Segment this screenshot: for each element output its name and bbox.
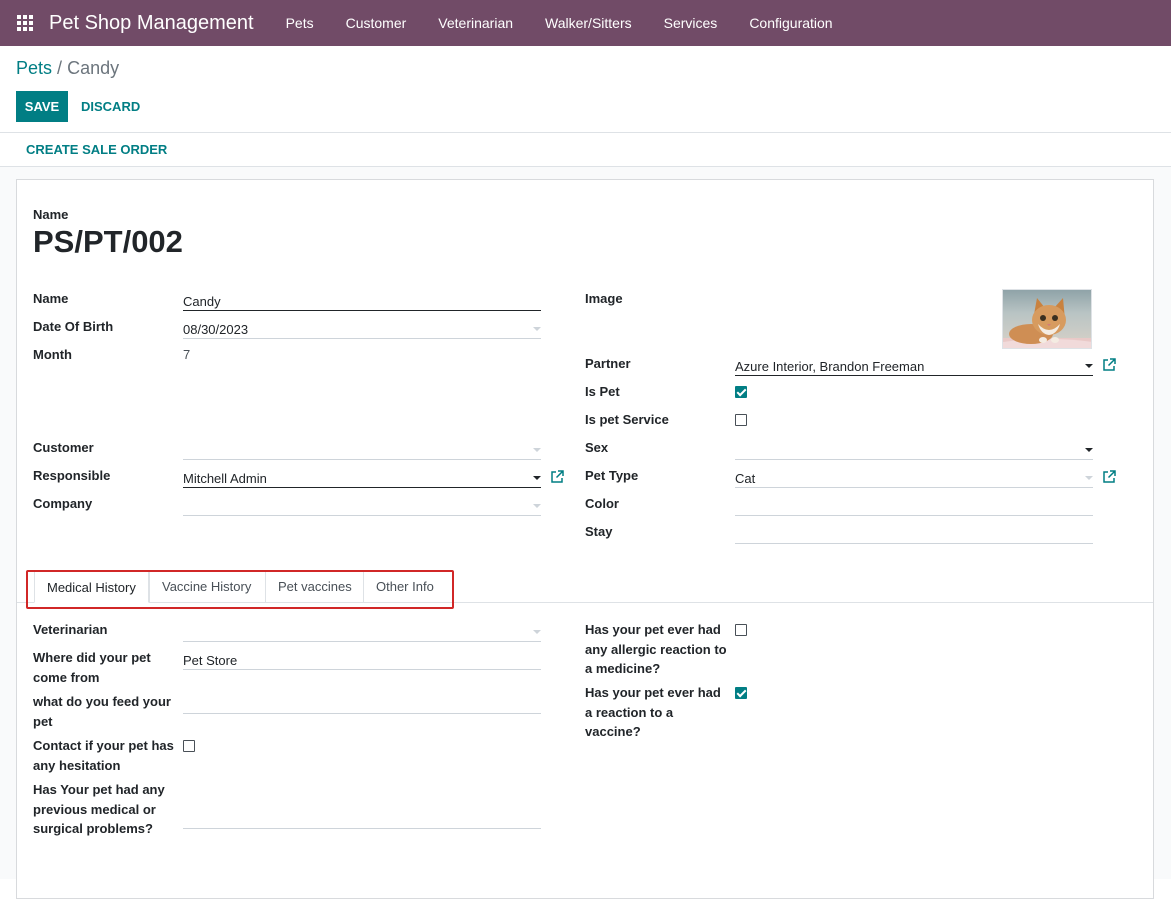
partner-external-link-icon[interactable] xyxy=(1102,358,1116,372)
feed-field[interactable] xyxy=(183,694,541,714)
allergic-reaction-label: Has your pet ever had any allergic react… xyxy=(585,622,727,676)
feed-label: what do you feed your pet xyxy=(33,694,171,729)
veterinarian-field[interactable] xyxy=(183,622,541,642)
allergic-reaction-checkbox[interactable] xyxy=(735,624,747,636)
menu-pets[interactable]: Pets xyxy=(270,0,330,46)
record-name-label: Name xyxy=(33,207,69,222)
menu-services[interactable]: Services xyxy=(648,0,734,46)
sex-field[interactable] xyxy=(735,440,1093,460)
color-label: Color xyxy=(585,496,619,511)
apps-grid-icon[interactable] xyxy=(17,15,33,31)
app-brand[interactable]: Pet Shop Management xyxy=(49,12,254,35)
veterinarian-label: Veterinarian xyxy=(33,622,108,637)
name-field[interactable]: Candy xyxy=(183,291,541,311)
menu-veterinarian[interactable]: Veterinarian xyxy=(422,0,529,46)
stay-label: Stay xyxy=(585,524,613,539)
dob-label: Date Of Birth xyxy=(33,319,114,334)
previous-problems-field[interactable] xyxy=(183,809,541,829)
breadcrumb-separator: / xyxy=(57,58,63,78)
responsible-field[interactable]: Mitchell Admin xyxy=(183,468,541,488)
vaccine-reaction-checkbox[interactable] xyxy=(735,687,747,699)
menu-walker-sitters[interactable]: Walker/Sitters xyxy=(529,0,648,46)
where-from-value: Pet Store xyxy=(183,653,238,668)
responsible-caret-icon xyxy=(533,476,541,480)
company-field[interactable] xyxy=(183,496,541,516)
breadcrumb: Pets / Candy xyxy=(16,58,119,79)
pet-type-field[interactable]: Cat xyxy=(735,468,1093,488)
sex-label: Sex xyxy=(585,440,609,455)
company-caret-icon xyxy=(533,504,541,508)
responsible-label: Responsible xyxy=(33,468,111,483)
status-bar: CREATE SALE ORDER xyxy=(0,132,1171,167)
previous-problems-label: Has Your pet had any previous medical or… xyxy=(33,782,165,836)
stay-field[interactable] xyxy=(735,524,1093,544)
record-name[interactable]: PS/PT/002 xyxy=(33,224,183,260)
customer-label: Customer xyxy=(33,440,94,455)
color-field[interactable] xyxy=(735,496,1093,516)
customer-field[interactable] xyxy=(183,440,541,460)
partner-field[interactable]: Azure Interior, Brandon Freeman xyxy=(735,356,1093,376)
month-label: Month xyxy=(33,347,72,362)
responsible-external-link-icon[interactable] xyxy=(550,470,564,484)
dob-value: 08/30/2023 xyxy=(183,322,249,337)
contact-hesitation-checkbox[interactable] xyxy=(183,740,195,752)
partner-caret-icon xyxy=(1085,364,1093,368)
pet-type-caret-icon xyxy=(1085,476,1093,480)
pet-type-label: Pet Type xyxy=(585,468,639,483)
where-from-field[interactable]: Pet Store xyxy=(183,650,541,670)
partner-label: Partner xyxy=(585,356,631,371)
is-pet-service-checkbox[interactable] xyxy=(735,414,747,426)
vaccine-reaction-label: Has your pet ever had a reaction to a va… xyxy=(585,685,721,739)
customer-caret-icon xyxy=(533,448,541,452)
breadcrumb-current: Candy xyxy=(67,58,120,78)
dob-field[interactable]: 08/30/2023 xyxy=(183,319,541,339)
is-pet-service-label: Is pet Service xyxy=(585,412,669,427)
image-label: Image xyxy=(585,291,623,306)
is-pet-checkbox[interactable] xyxy=(735,386,747,398)
pet-type-external-link-icon[interactable] xyxy=(1102,470,1116,484)
form-sheet: Name PS/PT/002 Name Candy Date Of Birth … xyxy=(16,179,1154,899)
create-sale-order-button[interactable]: CREATE SALE ORDER xyxy=(26,142,167,157)
month-value: 7 xyxy=(183,347,191,362)
veterinarian-caret-icon xyxy=(533,630,541,634)
company-label: Company xyxy=(33,496,93,511)
dob-caret-icon xyxy=(533,327,541,331)
breadcrumb-pets-link[interactable]: Pets xyxy=(16,58,52,78)
name-value: Candy xyxy=(183,294,221,309)
name-label: Name xyxy=(33,291,69,306)
menu-customer[interactable]: Customer xyxy=(330,0,423,46)
top-navbar: Pet Shop Management Pets Customer Veteri… xyxy=(0,0,1171,46)
tabs-highlight-box xyxy=(26,570,454,609)
discard-button[interactable]: DISCARD xyxy=(81,91,140,122)
where-from-label: Where did your pet come from xyxy=(33,650,151,685)
menu-configuration[interactable]: Configuration xyxy=(733,0,848,46)
pet-image[interactable] xyxy=(1002,289,1092,349)
is-pet-label: Is Pet xyxy=(585,384,620,399)
pet-type-value: Cat xyxy=(735,471,756,486)
partner-value: Azure Interior, Brandon Freeman xyxy=(735,359,925,374)
sex-caret-icon xyxy=(1085,448,1093,452)
save-button[interactable]: SAVE xyxy=(16,91,68,122)
responsible-value: Mitchell Admin xyxy=(183,471,267,486)
contact-hesitation-label: Contact if your pet has any hesitation xyxy=(33,738,174,773)
